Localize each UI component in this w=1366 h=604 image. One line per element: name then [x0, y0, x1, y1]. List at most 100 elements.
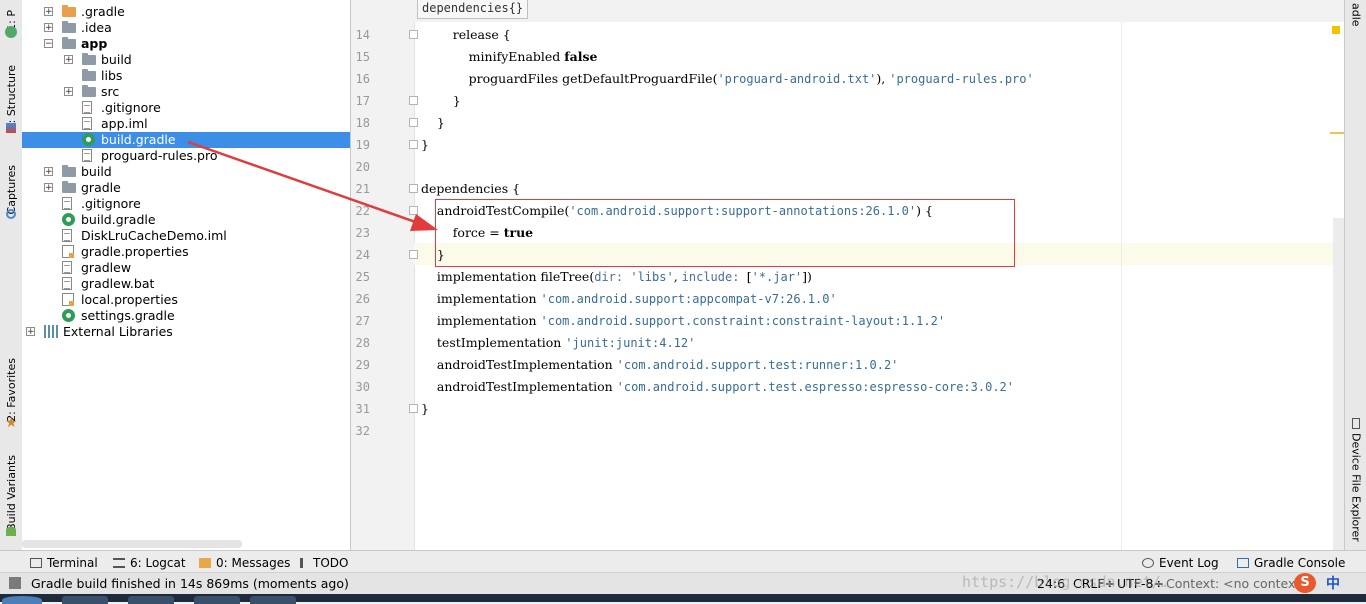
captures-tool-tab[interactable]: Captures [0, 155, 22, 225]
tree-item-label: local.properties [81, 292, 178, 307]
line-number: 26 [355, 292, 370, 306]
tree-item[interactable]: gradlew [22, 260, 350, 276]
favorites-tool-tab[interactable]: 2: Favorites ★ [0, 345, 22, 435]
tool-windows-toggle-icon[interactable] [9, 577, 21, 589]
structure-tool-tab[interactable]: 7: Structure [0, 55, 22, 140]
code-line[interactable]: implementation 'com.android.support:appc… [421, 288, 837, 310]
start-button-icon[interactable] [2, 596, 42, 604]
line-number: 30 [355, 380, 370, 394]
taskbar-app-1[interactable] [62, 596, 108, 604]
tree-item[interactable]: + External Libraries [22, 324, 350, 340]
tree-item[interactable]: DiskLruCacheDemo.iml [22, 228, 350, 244]
tree-item[interactable]: build.gradle [22, 132, 350, 148]
ime-logo-icon[interactable]: S [1294, 573, 1316, 593]
event-log-label: Event Log [1159, 556, 1219, 570]
ime-language-indicator[interactable]: 中 [1326, 573, 1340, 593]
tree-item[interactable]: proguard-rules.pro [22, 148, 350, 164]
tree-item-label: gradlew [81, 260, 132, 275]
tree-item[interactable]: + build [22, 52, 350, 68]
expand-icon[interactable]: + [44, 23, 53, 33]
expand-icon[interactable]: + [64, 87, 73, 97]
collapse-icon[interactable]: − [44, 39, 53, 49]
tree-item[interactable]: build.gradle [22, 212, 350, 228]
status-message[interactable]: Gradle build finished in 14s 869ms (mome… [31, 576, 349, 592]
code-line[interactable]: } [421, 90, 461, 112]
string-literal: 'proguard-rules.pro' [889, 72, 1034, 86]
code-text: proguardFiles getDefaultProguardFile( [421, 71, 718, 86]
tree-item-label: build [101, 52, 132, 67]
fold-marker-icon[interactable] [409, 250, 418, 259]
line-number: 28 [355, 336, 370, 350]
taskbar-app-2[interactable] [128, 596, 174, 604]
tree-item[interactable]: + .idea [22, 20, 350, 36]
tree-item[interactable]: gradlew.bat [22, 276, 350, 292]
line-number: 16 [355, 72, 370, 86]
code-line[interactable]: implementation 'com.android.support.cons… [421, 310, 945, 332]
code-line[interactable]: androidTestImplementation 'com.android.s… [421, 354, 899, 376]
device-file-explorer-tab[interactable]: Device File Explorer [1345, 418, 1366, 543]
code-text: implementation fileTree( [421, 269, 595, 284]
logcat-tab[interactable]: 6: Logcat [113, 555, 186, 571]
fold-marker-icon[interactable] [409, 404, 418, 413]
code-line[interactable]: } [421, 112, 445, 134]
fold-marker-icon[interactable] [409, 206, 418, 215]
folder-icon [82, 53, 96, 65]
inspection-status-icon[interactable] [1332, 26, 1340, 34]
breadcrumb[interactable]: dependencies{} [417, 0, 529, 19]
tree-item[interactable]: .gitignore [22, 100, 350, 116]
tree-item-label: app [81, 36, 108, 51]
expand-icon[interactable]: + [44, 7, 53, 17]
expand-icon[interactable]: + [64, 55, 73, 65]
code-line[interactable]: implementation fileTree(dir: 'libs', inc… [421, 266, 812, 288]
code-line[interactable]: testImplementation 'junit:junit:4.12' [421, 332, 695, 354]
gradle-tool-tab[interactable]: adle [1345, 0, 1366, 30]
fold-marker-icon[interactable] [409, 140, 418, 149]
code-line[interactable]: androidTestImplementation 'com.android.s… [421, 376, 1014, 398]
messages-tab[interactable]: 0: Messages [199, 555, 290, 571]
tree-item[interactable]: local.properties [22, 292, 350, 308]
editor-vertical-scrollbar[interactable] [1333, 218, 1344, 550]
line-number: 20 [355, 160, 370, 174]
fold-marker-icon[interactable] [409, 30, 418, 39]
expand-icon[interactable]: + [26, 327, 35, 337]
tree-item[interactable]: app.iml [22, 116, 350, 132]
code-line[interactable]: } [421, 134, 429, 156]
code-line[interactable]: proguardFiles getDefaultProguardFile( 'pr… [421, 68, 1034, 90]
device-file-explorer-label: Device File Explorer [1349, 433, 1363, 542]
fold-marker-icon[interactable] [409, 96, 418, 105]
project-tool-tab[interactable]: 1: P [0, 0, 22, 40]
tree-item[interactable]: + .gradle [22, 4, 350, 20]
taskbar-app-4[interactable] [250, 596, 296, 604]
build-variants-tool-tab[interactable]: Build Variants [0, 445, 22, 540]
tree-item[interactable]: − app [22, 36, 350, 52]
context-widget[interactable]: Context: <no context> [1166, 576, 1311, 592]
line-number: 24 [355, 248, 370, 262]
taskbar-app-3[interactable] [194, 596, 240, 604]
gradle-console-tab[interactable]: Gradle Console [1237, 555, 1345, 571]
code-line[interactable]: release { [421, 24, 511, 46]
properties-file-icon [62, 293, 74, 306]
todo-tab[interactable]: TODO [300, 555, 348, 571]
tree-item[interactable]: + gradle [22, 180, 350, 196]
event-log-tab[interactable]: Event Log [1142, 555, 1219, 571]
file-icon [62, 197, 72, 210]
expand-icon[interactable]: + [44, 183, 53, 193]
fold-marker-icon[interactable] [409, 184, 418, 193]
tree-item[interactable]: libs [22, 68, 350, 84]
terminal-tab[interactable]: Terminal [30, 555, 98, 571]
code-line[interactable]: } [421, 398, 429, 420]
panel-horizontal-scrollbar[interactable] [22, 540, 242, 548]
code-line[interactable]: dependencies { [421, 178, 520, 200]
named-arg: include: [681, 270, 747, 284]
tree-item[interactable]: .gitignore [22, 196, 350, 212]
expand-icon[interactable]: + [44, 167, 53, 177]
tree-item[interactable]: + build [22, 164, 350, 180]
tree-item[interactable]: settings.gradle [22, 308, 350, 324]
tree-item[interactable]: gradle.properties [22, 244, 350, 260]
tree-item-label: .gitignore [101, 100, 161, 115]
tree-item[interactable]: + src [22, 84, 350, 100]
line-number: 23 [355, 226, 370, 240]
fold-marker-icon[interactable] [409, 118, 418, 127]
code-line[interactable]: minifyEnabled false [421, 46, 598, 68]
error-stripe-marker[interactable] [1330, 132, 1344, 134]
